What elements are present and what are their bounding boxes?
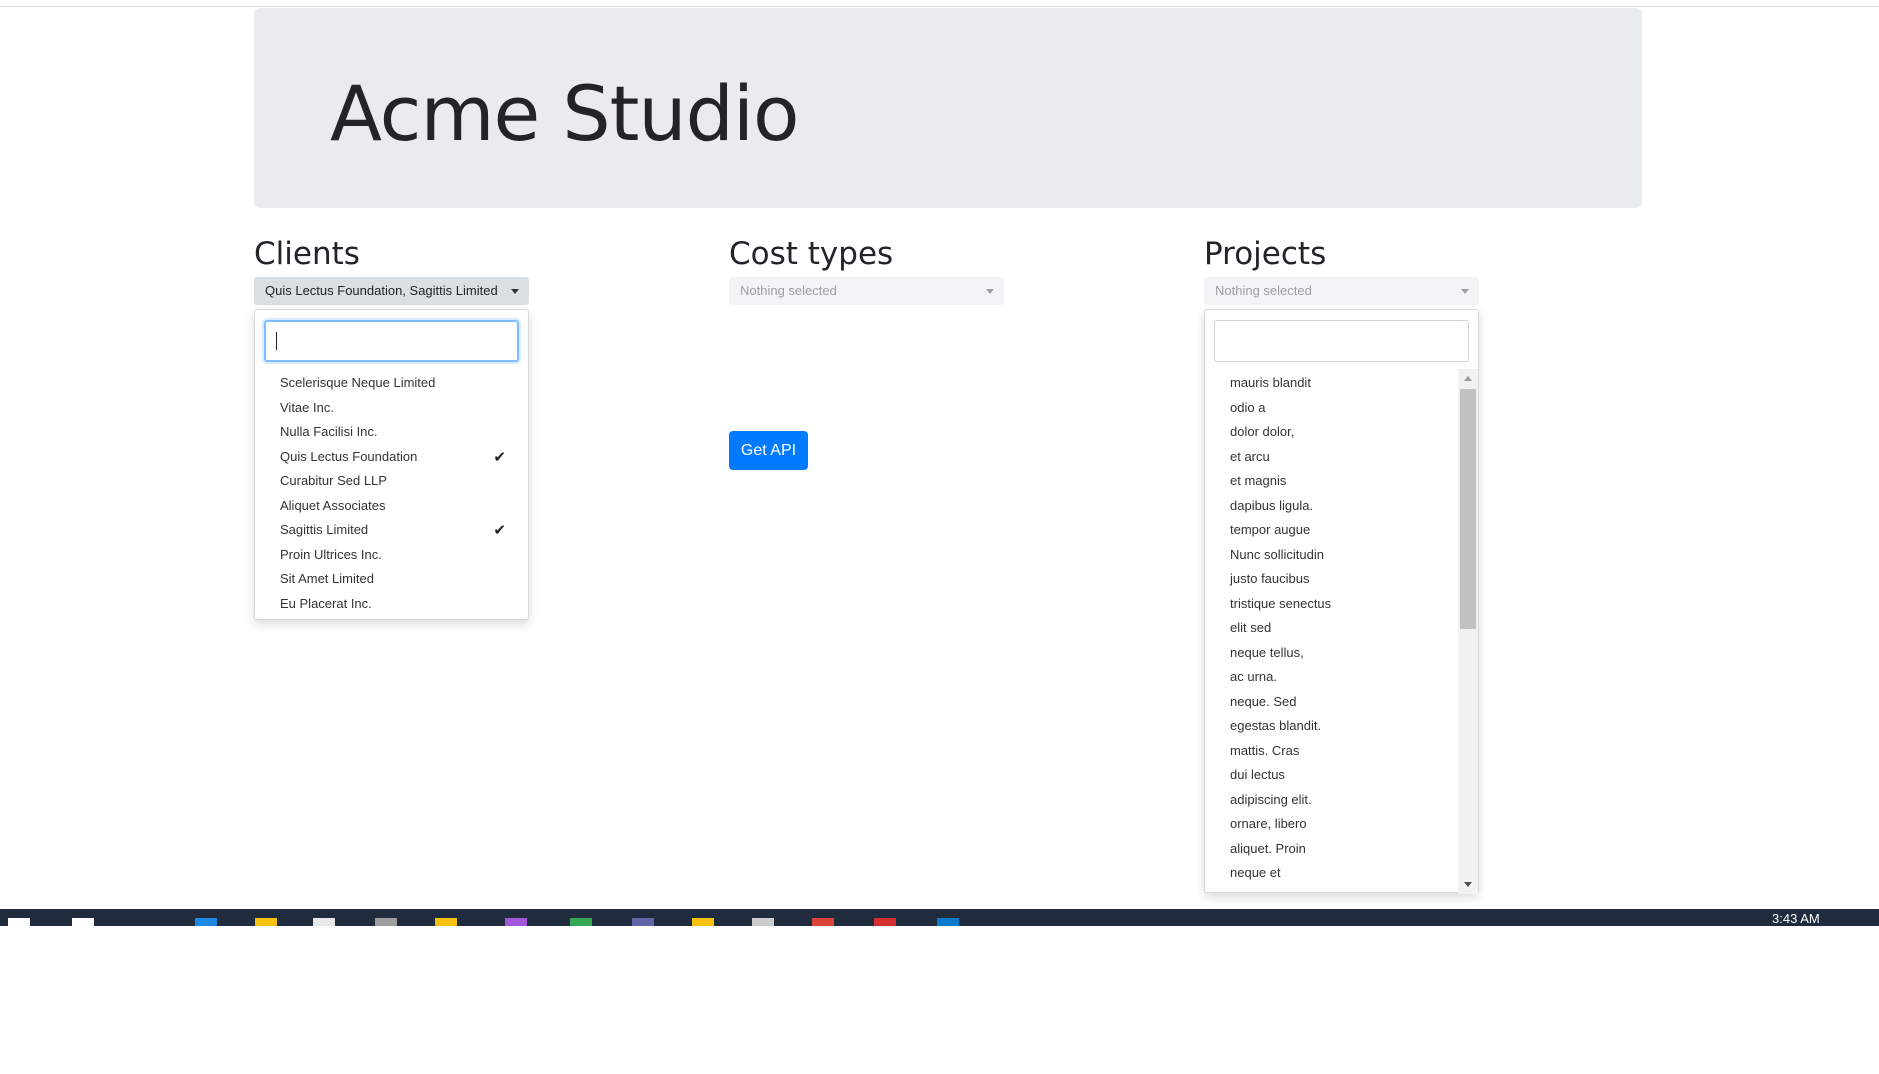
paint-app-icon[interactable] [313, 918, 335, 926]
taskbar-clock[interactable]: 3:43 AM [1772, 912, 1820, 926]
checkmark-icon: ✔ [493, 521, 506, 539]
mail-app-icon[interactable] [195, 918, 217, 926]
client-option[interactable]: Quis Lectus Foundation ✔ [280, 445, 520, 469]
cost-types-heading: Cost types [729, 236, 894, 272]
client-option[interactable]: Sit Amet Limited [280, 567, 520, 591]
project-option[interactable]: mattis. Cras [1230, 739, 1299, 763]
projects-dropdown-menu: mauris blandit odio a dolor dolor, et arcu e… [1204, 309, 1479, 894]
calculator-icon[interactable] [375, 918, 397, 926]
chevron-down-icon [511, 289, 519, 294]
scrollbar-thumb[interactable] [1460, 389, 1476, 629]
project-option[interactable]: justo faucibus [1230, 567, 1310, 591]
onenote-icon[interactable] [505, 918, 527, 926]
projects-heading: Projects [1204, 236, 1327, 272]
clients-search-input[interactable] [264, 320, 519, 362]
cost-types-select-button[interactable]: Nothing selected [729, 277, 1004, 305]
project-option[interactable]: mauris blandit [1230, 371, 1311, 395]
client-option[interactable]: Nulla Facilisi Inc. [280, 420, 520, 444]
project-option[interactable]: dapibus ligula. [1230, 494, 1313, 518]
project-option[interactable]: neque. Sed [1230, 690, 1297, 714]
project-option[interactable]: elit sed [1230, 616, 1271, 640]
client-option[interactable]: Aliquet Associates [280, 494, 520, 518]
projects-selected-text: Nothing selected [1215, 283, 1312, 298]
client-option[interactable]: Scelerisque Neque Limited [280, 371, 520, 395]
project-option[interactable]: aliquet. Proin [1230, 837, 1306, 861]
project-option[interactable]: et arcu [1230, 445, 1270, 469]
teams-icon[interactable] [632, 918, 654, 926]
clients-dropdown-menu: Scelerisque Neque Limited Vitae Inc. Nulla… [254, 309, 529, 620]
client-option-label: Aliquet Associates [280, 497, 386, 513]
sticky-notes-icon[interactable] [435, 918, 457, 926]
vscode-icon[interactable] [937, 918, 959, 926]
client-option-label: Eu Placerat Inc. [280, 595, 372, 611]
client-option-label: Sagittis Limited [280, 522, 369, 537]
project-option[interactable]: dolor dolor, [1230, 420, 1294, 444]
project-option[interactable]: adipiscing elit. [1230, 788, 1312, 812]
chrome-icon[interactable] [812, 918, 834, 926]
client-option-label: Vitae Inc. [280, 399, 334, 415]
project-option[interactable]: neque tellus, [1230, 641, 1304, 665]
scroll-up-arrow-icon[interactable] [1464, 376, 1472, 381]
project-option[interactable]: tristique senectus [1230, 592, 1331, 616]
windows-taskbar: 3:43 AM [0, 909, 1879, 926]
page-title: Acme Studio [330, 69, 799, 158]
client-option[interactable]: Proin Ultrices Inc. [280, 543, 520, 567]
scroll-down-arrow-icon[interactable] [1464, 882, 1472, 887]
client-option-label: Curabitur Sed LLP [280, 473, 387, 488]
project-option[interactable]: odio a [1230, 396, 1265, 420]
cost-types-selected-text: Nothing selected [740, 283, 837, 298]
client-option[interactable]: Eu Placerat Inc. [280, 592, 520, 616]
client-option[interactable]: Curabitur Sed LLP [280, 469, 520, 493]
browser-top-border [0, 0, 1879, 7]
clients-selected-text: Quis Lectus Foundation, Sagittis Limited [265, 283, 498, 298]
client-option-label: Quis Lectus Foundation [280, 448, 418, 464]
project-option[interactable]: egestas blandit. [1230, 714, 1321, 738]
project-option[interactable]: tempor augue [1230, 518, 1310, 542]
project-option[interactable]: dui lectus [1230, 763, 1285, 787]
file-explorer-icon[interactable] [255, 918, 277, 926]
project-option[interactable]: ac urna. [1230, 665, 1277, 689]
client-option-label: Nulla Facilisi Inc. [280, 424, 378, 439]
windows-start-icon[interactable] [8, 918, 30, 926]
clients-heading: Clients [254, 236, 360, 272]
client-option-label: Proin Ultrices Inc. [280, 546, 382, 562]
client-option[interactable]: Sagittis Limited ✔ [280, 518, 520, 542]
project-option[interactable]: ornare, libero [1230, 812, 1307, 836]
projects-scrollbar[interactable] [1458, 369, 1478, 894]
acrobat-icon[interactable] [874, 918, 896, 926]
projects-select-button[interactable]: Nothing selected [1204, 277, 1479, 305]
project-option[interactable]: neque et [1230, 861, 1281, 885]
client-option-label: Sit Amet Limited [280, 571, 374, 586]
generic-app-icon[interactable] [752, 918, 774, 926]
project-option[interactable]: et magnis [1230, 469, 1286, 493]
client-option-label: Scelerisque Neque Limited [280, 375, 436, 390]
get-api-button[interactable]: Get API [729, 431, 808, 470]
search-icon[interactable] [72, 918, 94, 926]
text-cursor [276, 332, 277, 350]
checkmark-icon: ✔ [493, 447, 506, 466]
client-option[interactable]: Vitae Inc. [280, 396, 520, 420]
projects-search-input[interactable] [1214, 320, 1469, 362]
header-banner: Acme Studio [254, 8, 1642, 208]
folder-app-icon[interactable] [692, 918, 714, 926]
project-option[interactable]: Nunc sollicitudin [1230, 543, 1324, 567]
clients-select-button[interactable]: Quis Lectus Foundation, Sagittis Limited [254, 277, 529, 305]
green-app-icon[interactable] [570, 918, 592, 926]
chevron-down-icon [986, 289, 994, 294]
chevron-down-icon [1461, 289, 1469, 294]
